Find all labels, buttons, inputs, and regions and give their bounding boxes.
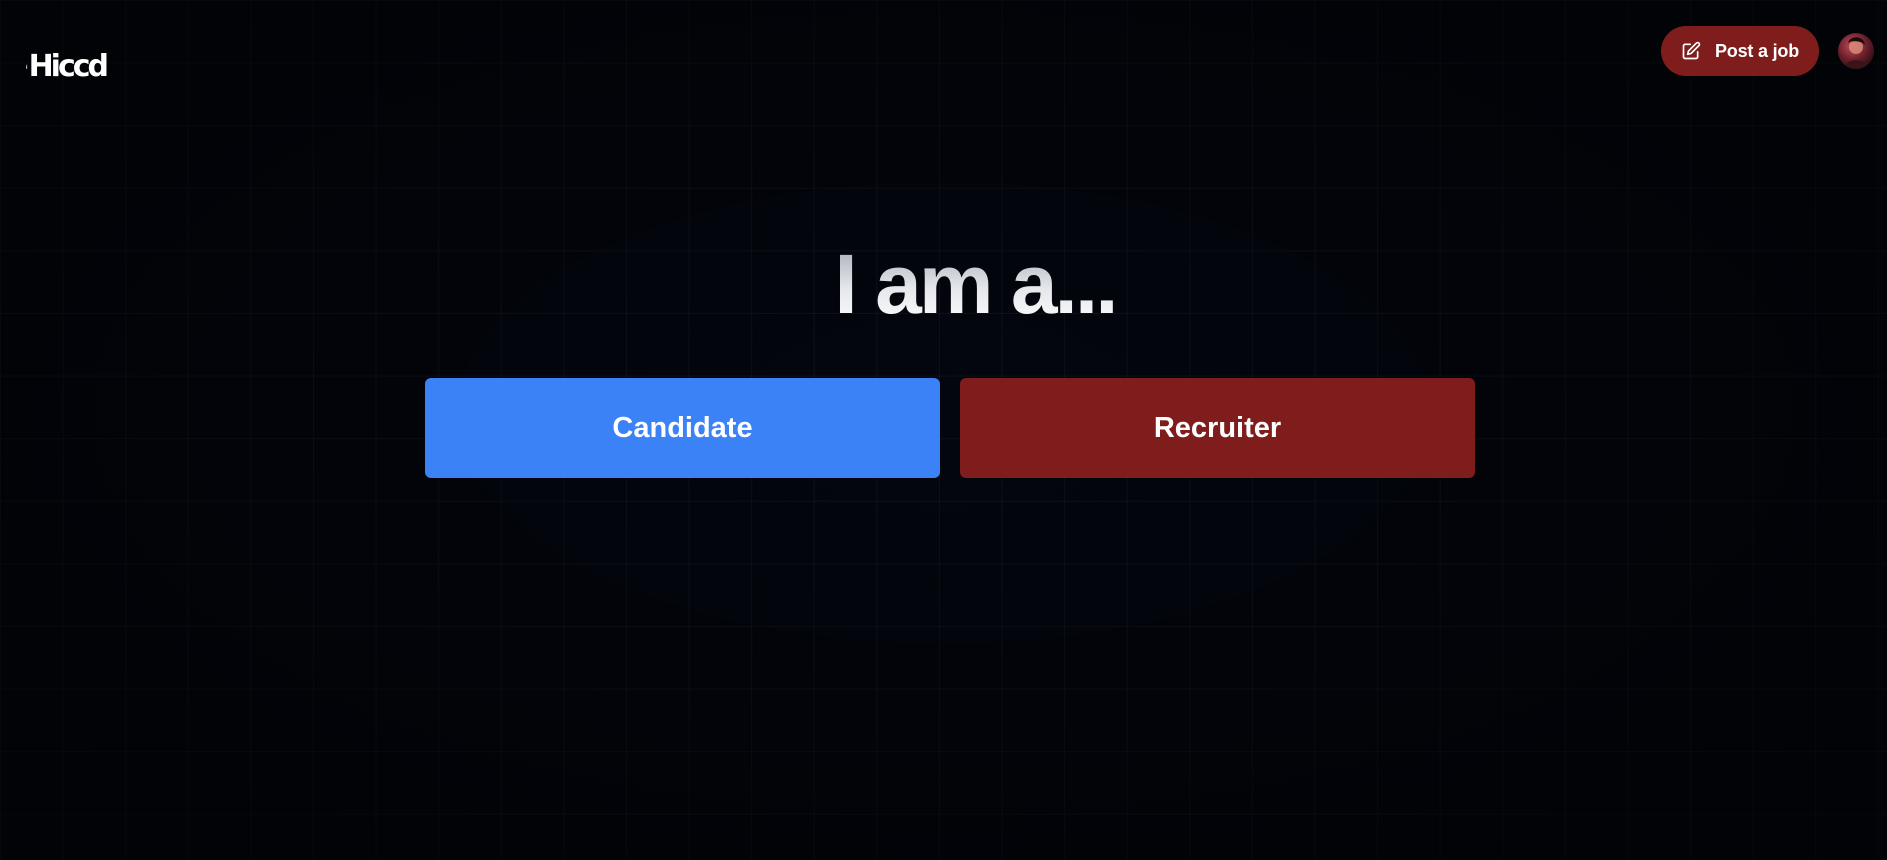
post-job-label: Post a job bbox=[1714, 40, 1799, 61]
page-root: Hiccd Post a job I am a... Candidate Rec… bbox=[0, 0, 1887, 860]
edit-square-icon bbox=[1682, 41, 1701, 60]
logo-wordmark: Hiccd bbox=[28, 49, 109, 84]
candidate-button[interactable]: Candidate bbox=[425, 378, 940, 478]
logo[interactable]: Hiccd bbox=[26, 42, 109, 92]
post-job-button[interactable]: Post a job bbox=[1661, 26, 1819, 76]
user-avatar[interactable] bbox=[1838, 33, 1874, 69]
person-briefcase-icon bbox=[26, 64, 28, 70]
avatar-image bbox=[1844, 37, 1868, 69]
page-title: I am a... bbox=[0, 238, 1887, 331]
recruiter-button[interactable]: Recruiter bbox=[960, 378, 1475, 478]
